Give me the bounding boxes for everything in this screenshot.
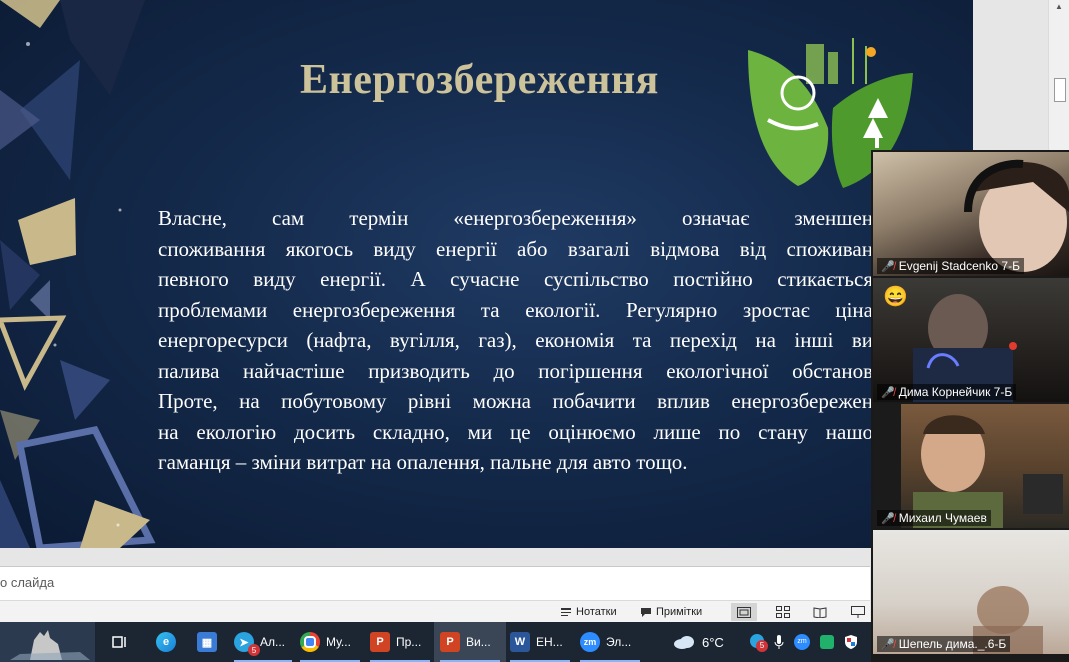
taskbar-app-zoom[interactable]: zm Эл... bbox=[574, 622, 646, 662]
shield-icon[interactable] bbox=[844, 634, 858, 650]
weather-widget[interactable]: 6°C bbox=[672, 622, 724, 662]
slide-sorter-icon bbox=[776, 606, 790, 618]
mic-muted-icon: 🎤̸ bbox=[881, 260, 895, 273]
slide-sorter-button[interactable] bbox=[770, 603, 796, 621]
body-line: проблемами енергозбереження та екології.… bbox=[158, 297, 873, 322]
taskbar-app-powerpoint-1[interactable]: P Пр... bbox=[364, 622, 436, 662]
participant-name: Шепель дима._.6-Б bbox=[898, 637, 1007, 651]
normal-view-icon bbox=[737, 606, 751, 618]
microphone-icon[interactable] bbox=[774, 634, 784, 650]
mic-muted-icon: 🎤̸ bbox=[881, 386, 895, 399]
participant-video-tile[interactable]: 🎤̸ Шепель дима._.6-Б bbox=[873, 530, 1069, 654]
scroll-up-icon[interactable]: ▲ bbox=[1055, 2, 1063, 11]
word-icon: W bbox=[510, 632, 530, 652]
zoom-icon: zm bbox=[580, 632, 600, 652]
normal-view-button[interactable] bbox=[731, 603, 757, 621]
slide-title[interactable]: Енергозбереження bbox=[300, 56, 659, 104]
body-line: споживання якогось виду енергії або взаг… bbox=[158, 236, 873, 261]
slide-workspace: Енергозбереження Власне, сам термін «ене… bbox=[0, 0, 973, 566]
slide[interactable]: Енергозбереження Власне, сам термін «ене… bbox=[0, 0, 973, 548]
notes-pane[interactable]: о слайда bbox=[0, 566, 870, 601]
mic-muted-icon: 🎤̸ bbox=[881, 638, 895, 651]
participant-name-tag: 🎤̸ Михаил Чумаев bbox=[877, 510, 991, 526]
participant-video-tile[interactable]: 🎤̸ Evgenij Stadcenko 7-Б bbox=[873, 152, 1069, 276]
slideshow-button[interactable] bbox=[845, 603, 871, 621]
body-line: Проте, на побутовому рівні можна побачит… bbox=[158, 389, 873, 413]
slideshow-icon bbox=[851, 606, 865, 618]
participant-name-tag: 🎤̸ Evgenij Stadcenko 7-Б bbox=[877, 258, 1024, 274]
taskbar-app-label: Пр... bbox=[396, 635, 422, 649]
edge-button[interactable]: e bbox=[148, 622, 184, 662]
tray-app-icon[interactable] bbox=[820, 635, 834, 649]
zoom-participants-panel: 🎤̸ Evgenij Stadcenko 7-Б 😄 🎤̸ Дима Корне… bbox=[871, 150, 1069, 662]
reading-view-icon bbox=[813, 607, 827, 618]
participant-name: Дима Корнейчик 7-Б bbox=[898, 385, 1013, 399]
taskbar-app-label: Му... bbox=[326, 635, 351, 649]
body-line: на екологію досить складно, ми це оцінює… bbox=[158, 419, 873, 444]
weather-temperature: 6°C bbox=[702, 634, 724, 650]
participant-video-tile[interactable]: 😄 🎤̸ Дима Корнейчик 7-Б bbox=[873, 278, 1069, 402]
participant-name: Evgenij Stadcenko 7-Б bbox=[898, 259, 1020, 273]
taskbar-app-label: Ви... bbox=[466, 635, 491, 649]
mic-muted-icon: 🎤̸ bbox=[881, 512, 895, 525]
taskbar-app-label: Ал... bbox=[260, 635, 286, 649]
powerpoint-icon: P bbox=[440, 632, 460, 652]
notes-button[interactable]: Нотатки bbox=[560, 604, 617, 620]
comments-button[interactable]: Примітки bbox=[640, 604, 702, 620]
slide-body-text[interactable]: Власне, сам термін «енергозбереження» оз… bbox=[158, 203, 873, 478]
participant-video-tile[interactable]: 🎤̸ Михаил Чумаев bbox=[873, 404, 1069, 528]
notes-label: Нотатки bbox=[576, 606, 617, 618]
body-line: Власне, сам термін «енергозбереження» оз… bbox=[158, 206, 873, 230]
participant-name-tag: 🎤̸ Дима Корнейчик 7-Б bbox=[877, 384, 1017, 400]
cloud-icon bbox=[674, 636, 694, 649]
task-view-button[interactable] bbox=[104, 622, 134, 662]
body-line: певного виду енергії. А сучасне суспільс… bbox=[158, 267, 873, 291]
scrollbar-thumb[interactable] bbox=[1054, 78, 1066, 102]
reaction-emoji: 😄 bbox=[883, 286, 908, 308]
body-line: гаманця – зміни витрат на опалення, паль… bbox=[158, 450, 688, 474]
task-view-icon bbox=[112, 636, 126, 648]
desktop-wallpaper-preview bbox=[0, 622, 95, 662]
wolf-icon bbox=[10, 630, 90, 660]
taskbar-app-word[interactable]: W ЕН... bbox=[504, 622, 576, 662]
edge-icon: e bbox=[156, 632, 176, 652]
participant-name: Михаил Чумаев bbox=[898, 511, 987, 525]
workspace-margin bbox=[973, 0, 1048, 150]
taskbar-app-chrome[interactable]: Му... bbox=[294, 622, 366, 662]
notes-placeholder: о слайда bbox=[0, 575, 55, 590]
chrome-icon bbox=[300, 632, 320, 652]
system-tray: 5 zm bbox=[750, 622, 858, 662]
taskbar-app-label: Эл... bbox=[606, 635, 632, 649]
comments-label: Примітки bbox=[656, 606, 703, 618]
notes-icon bbox=[561, 608, 571, 616]
tray-telegram-icon[interactable]: 5 bbox=[750, 633, 768, 652]
taskbar-app-powerpoint-2[interactable]: P Ви... bbox=[434, 622, 506, 662]
taskbar-app-telegram[interactable]: ➤ 5 Ал... bbox=[228, 622, 298, 662]
status-bar: Нотатки Примітки bbox=[0, 600, 870, 623]
body-line: енергоресурси (нафта, вугілля, газ), еко… bbox=[158, 328, 873, 352]
taskbar-app-label: ЕН... bbox=[536, 635, 563, 649]
vertical-scrollbar[interactable]: ▲ bbox=[1048, 0, 1069, 150]
tray-badge: 5 bbox=[756, 639, 768, 652]
tray-zoom-icon[interactable]: zm bbox=[794, 634, 810, 650]
calculator-icon: ▦ bbox=[197, 632, 217, 652]
participant-name-tag: 🎤̸ Шепель дима._.6-Б bbox=[877, 636, 1011, 652]
powerpoint-icon: P bbox=[370, 632, 390, 652]
notification-badge: 5 bbox=[248, 644, 260, 656]
reading-view-button[interactable] bbox=[807, 603, 833, 621]
calculator-button[interactable]: ▦ bbox=[190, 622, 224, 662]
body-line: палива найчастіше призводить до погіршен… bbox=[158, 358, 873, 383]
comment-icon bbox=[641, 607, 651, 617]
